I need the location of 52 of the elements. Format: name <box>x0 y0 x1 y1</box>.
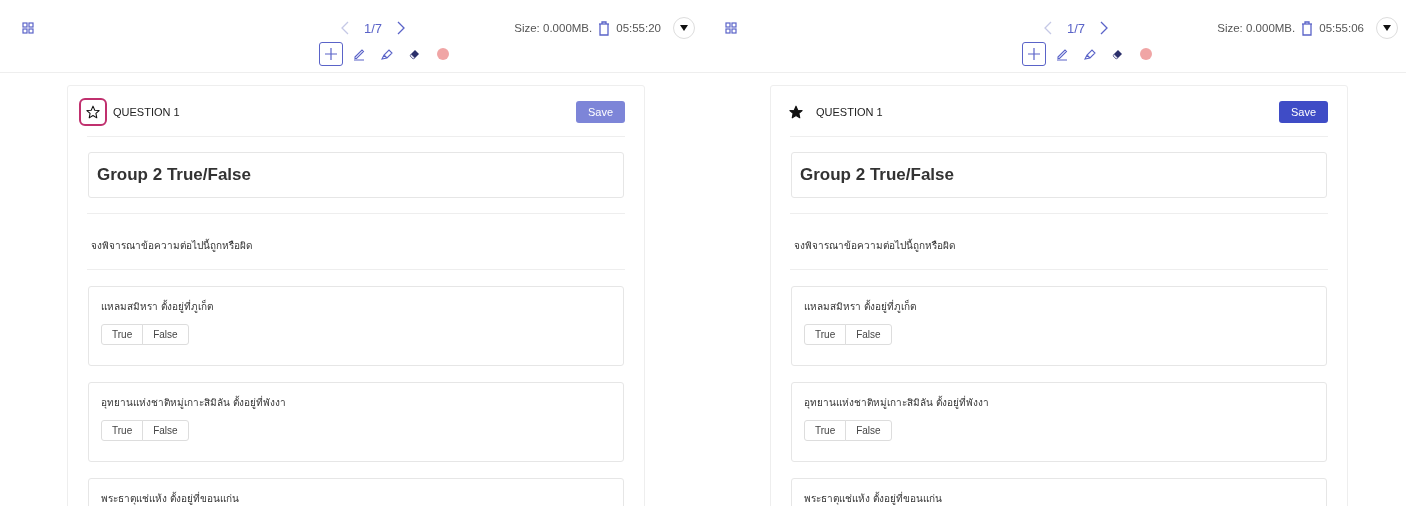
pen-icon <box>1054 47 1069 61</box>
grid-icon[interactable] <box>22 22 34 34</box>
eraser-icon <box>407 47 422 61</box>
statement-text: อุทยานแห่งชาติหมู่เกาะสิมิลัน ตั้งอยู่ที่พังงา <box>804 395 990 410</box>
instruction: จงพิจารณาข้อความต่อไปนี้ถูกหรือผิด <box>87 213 625 270</box>
color-dot-icon <box>435 47 450 61</box>
move-icon <box>1026 47 1041 61</box>
statement-text: แหลมสมิหรา ตั้งอยู่ที่ภูเก็ต <box>101 299 214 314</box>
save-button[interactable]: Save <box>1278 101 1328 123</box>
dropdown-button[interactable] <box>673 17 695 39</box>
answer-option[interactable]: False <box>142 420 189 441</box>
highlighter-icon <box>1082 47 1097 61</box>
question-label: QUESTION 1 <box>816 106 883 118</box>
answer-option[interactable]: False <box>845 324 892 345</box>
star-button[interactable] <box>79 98 107 126</box>
pen-icon <box>351 47 366 61</box>
answer-option[interactable]: False <box>845 420 892 441</box>
question-title: Group 2 True/False <box>97 165 251 184</box>
eraser-icon <box>1110 47 1125 61</box>
move-tool-button[interactable] <box>318 42 343 66</box>
answer-option[interactable]: False <box>142 324 189 345</box>
timer: 05:55:20 <box>616 22 661 34</box>
trash-icon[interactable] <box>598 20 611 36</box>
trash-icon[interactable] <box>1301 20 1314 36</box>
question-title: Group 2 True/False <box>800 165 954 184</box>
move-icon <box>323 47 338 61</box>
color-dot-icon <box>1138 47 1153 61</box>
file-size: Size: 0.000MB. <box>1217 22 1296 34</box>
dropdown-button[interactable] <box>1376 17 1398 39</box>
move-tool-button[interactable] <box>1021 42 1046 66</box>
next-icon[interactable] <box>396 21 407 35</box>
answer-option[interactable]: True <box>101 420 144 441</box>
statement-text: พระธาตุแช่แห้ง ตั้งอยู่ที่ขอนแก่น <box>101 491 240 506</box>
instruction: จงพิจารณาข้อความต่อไปนี้ถูกหรือผิด <box>790 213 1328 270</box>
answer-option[interactable]: True <box>804 324 847 345</box>
answer-option[interactable]: True <box>101 324 144 345</box>
caret-icon <box>680 25 688 31</box>
highlighter-icon <box>379 47 394 61</box>
star-icon <box>86 105 100 119</box>
statement-text: อุทยานแห่งชาติหมู่เกาะสิมิลัน ตั้งอยู่ที่พังงา <box>101 395 287 410</box>
answer-option[interactable]: True <box>804 420 847 441</box>
statement-text: พระธาตุแช่แห้ง ตั้งอยู่ที่ขอนแก่น <box>804 491 943 506</box>
page-indicator: 1/7 <box>364 20 383 36</box>
caret-icon <box>1383 25 1391 31</box>
page-indicator: 1/7 <box>1067 20 1086 36</box>
grid-icon[interactable] <box>725 22 737 34</box>
statement-text: แหลมสมิหรา ตั้งอยู่ที่ภูเก็ต <box>804 299 917 314</box>
next-icon[interactable] <box>1099 21 1110 35</box>
timer: 05:55:06 <box>1319 22 1364 34</box>
file-size: Size: 0.000MB. <box>514 22 593 34</box>
star-icon <box>789 105 803 119</box>
question-label: QUESTION 1 <box>113 106 180 118</box>
